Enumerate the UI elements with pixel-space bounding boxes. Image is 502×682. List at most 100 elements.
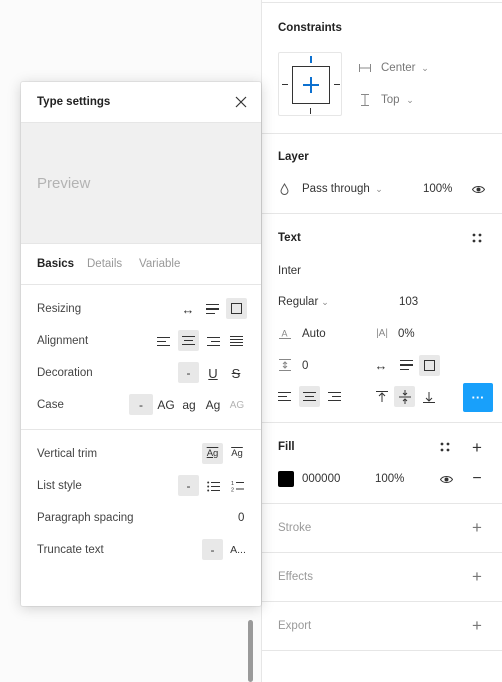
align-bottom-icon[interactable] [422,390,436,404]
align-center-button[interactable] [178,330,199,351]
effects-title: Effects [278,571,313,583]
bulleted-list-icon[interactable] [205,478,221,494]
blend-mode-value[interactable]: Pass through [302,183,370,195]
add-fill-icon[interactable]: + [469,439,485,456]
case-lower-button[interactable]: ag [180,397,198,413]
horizontal-constraint-value[interactable]: Center [381,62,416,74]
align-top-icon[interactable] [375,390,389,404]
vertical-constraint-value[interactable]: Top [381,94,400,106]
align-left-icon[interactable] [278,392,291,401]
close-icon[interactable] [233,94,249,110]
paragraph-spacing-value[interactable]: 0 [302,360,308,372]
more-text-options-button[interactable]: ··· [463,383,493,412]
auto-width-icon[interactable]: ↔ [180,301,196,317]
layer-opacity-value[interactable]: 100% [423,183,452,195]
decoration-label: Decoration [37,367,93,379]
stroke-title: Stroke [278,522,312,534]
letter-spacing-value[interactable]: 0% [398,328,415,340]
eye-icon[interactable] [470,182,486,196]
line-height-value[interactable]: Auto [302,328,326,340]
tab-variable[interactable]: Variable [139,258,180,270]
line-height-icon: A [278,326,292,340]
case-label: Case [37,399,64,411]
trim-standard-button[interactable]: Ag [202,443,223,464]
list-none-button[interactable]: - [178,475,199,496]
fill-opacity-value[interactable]: 100% [375,473,404,485]
chevron-down-icon[interactable]: ⌄ [374,184,384,194]
divider [262,133,502,134]
align-justify-icon[interactable] [230,336,243,346]
fixed-size-button[interactable] [226,298,247,319]
alignment-label: Alignment [37,335,89,347]
resizing-label: Resizing [37,303,82,315]
letter-spacing-icon: |A| [376,328,388,339]
constraint-bottom-line[interactable] [310,108,311,114]
svg-text:A: A [282,329,288,339]
divider [262,650,502,651]
add-export-icon[interactable]: + [469,617,485,634]
constraint-right-line[interactable] [334,84,340,85]
align-right-icon[interactable] [207,337,220,346]
divider [262,601,502,602]
style-grid-icon[interactable] [438,440,452,454]
auto-height-icon[interactable] [400,360,413,370]
fill-hex-value[interactable]: 000000 [302,473,340,485]
constraint-top-line[interactable] [310,56,312,63]
truncate-none-button[interactable]: - [202,539,223,560]
truncate-text-label: Truncate text [37,544,104,556]
constraints-title: Constraints [278,22,342,34]
paragraph-spacing-icon [278,358,292,372]
horizontal-constraint-icon [358,61,372,75]
align-center-button[interactable] [299,386,320,407]
case-upper-button[interactable]: AG [156,397,176,413]
svg-text:2: 2 [231,488,234,493]
add-stroke-icon[interactable]: + [469,519,485,536]
strikethrough-icon[interactable]: S [228,365,244,381]
align-middle-button[interactable] [394,386,415,407]
auto-height-icon[interactable] [206,304,219,314]
chevron-down-icon[interactable]: ⌄ [420,63,430,73]
fixed-size-button[interactable] [419,355,440,376]
add-effect-icon[interactable]: + [469,568,485,585]
constraint-frame [292,66,330,104]
font-size-value[interactable]: 103 [399,296,418,308]
case-smallcaps-button[interactable]: AG [228,398,246,414]
canvas-scrollbar[interactable] [248,620,253,682]
layer-title: Layer [278,151,309,163]
eye-icon[interactable] [438,472,454,486]
tab-details[interactable]: Details [87,258,122,270]
tab-basics[interactable]: Basics [37,258,74,270]
divider [262,422,502,423]
fill-color-swatch[interactable] [278,471,294,487]
type-preview: Preview [21,122,261,244]
underline-icon[interactable]: U [205,365,221,381]
truncate-ellipsis-button[interactable]: A... [227,542,249,558]
case-title-button[interactable]: Ag [204,397,222,413]
remove-fill-icon[interactable]: − [470,471,484,487]
divider [21,429,261,430]
font-family-value[interactable]: Inter [278,265,301,277]
vertical-trim-label: Vertical trim [37,448,98,460]
modal-title: Type settings [37,96,111,108]
align-right-icon[interactable] [328,392,341,401]
chevron-down-icon[interactable]: ⌄ [320,297,330,307]
align-left-icon[interactable] [157,337,170,346]
case-none-button[interactable]: - [129,394,153,415]
numbered-list-icon[interactable]: 12 [229,478,245,494]
constraint-center-v[interactable] [310,77,312,93]
paragraph-spacing-input[interactable]: 0 [238,512,244,524]
auto-width-icon[interactable]: ↔ [373,357,389,373]
trim-cap-height-button[interactable]: Ag [228,446,246,462]
divider [262,213,502,214]
font-weight-value[interactable]: Regular [278,296,318,308]
decoration-none-button[interactable]: - [178,362,199,383]
chevron-down-icon[interactable]: ⌄ [405,95,415,105]
fill-title: Fill [278,441,295,453]
constraint-left-line[interactable] [282,84,288,85]
type-settings-icon[interactable] [470,231,484,245]
divider [262,2,502,3]
export-title: Export [278,620,312,632]
constraints-widget[interactable] [278,52,342,116]
type-settings-modal: Type settings Preview Basics Details Var… [21,82,261,606]
text-title: Text [278,232,301,244]
